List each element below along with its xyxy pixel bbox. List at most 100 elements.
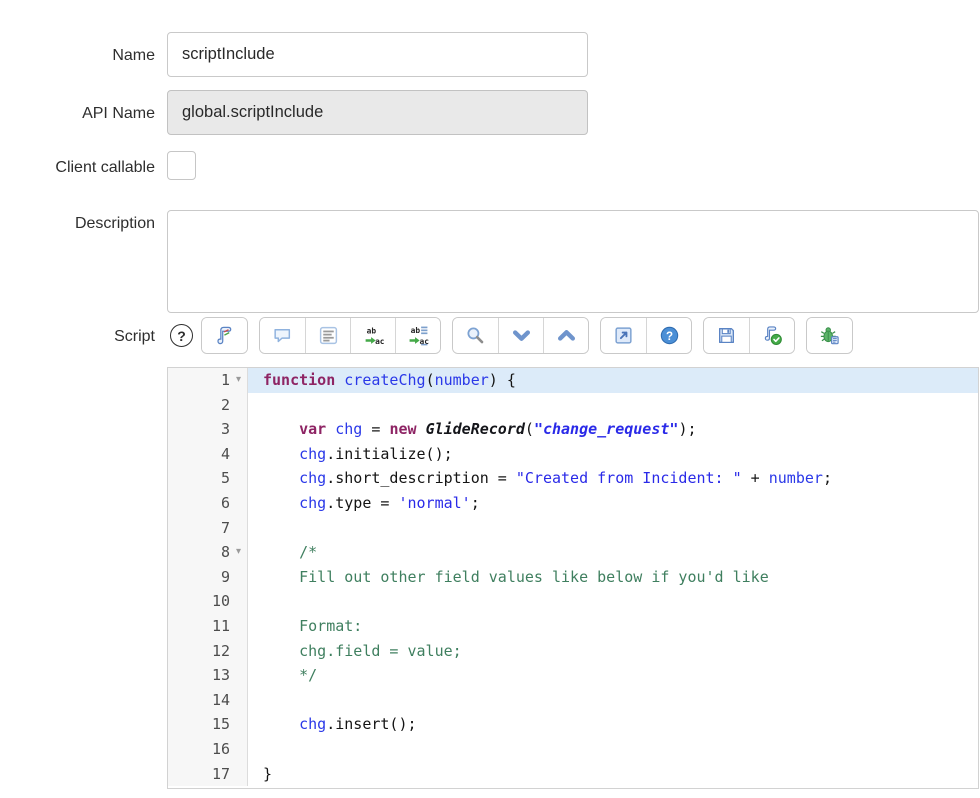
syntax-check-button[interactable] [749,318,794,353]
editor-line: 4 chg.initialize(); [168,442,978,467]
editor-line: 15 chg.insert(); [168,712,978,737]
help-icon: ? [659,325,680,346]
comment-icon [272,325,293,346]
line-number: 1 [168,368,230,393]
editor-gutter: 11 [168,614,248,639]
code-line[interactable]: */ [248,663,978,688]
line-number: 4 [168,442,230,467]
editor-gutter: 13 [168,663,248,688]
line-number: 13 [168,663,230,688]
editor-gutter: 8▾ [168,540,248,565]
editor-gutter: 5 [168,466,248,491]
open-full-screen-button[interactable] [601,318,646,353]
line-number: 10 [168,589,230,614]
editor-help-button[interactable]: ? [646,318,691,353]
client-callable-checkbox[interactable] [167,151,196,180]
toolbar-group: ? [600,317,692,354]
code-line[interactable]: /* [248,540,978,565]
editor-gutter: 10 [168,589,248,614]
chevron-down-icon [511,325,532,346]
syntax-check-icon [762,325,783,346]
code-line[interactable]: var chg = new GlideRecord("change_reques… [248,417,978,442]
line-number: 15 [168,712,230,737]
save-icon [716,325,737,346]
editor-line: 12 chg.field = value; [168,639,978,664]
editor-gutter: 6 [168,491,248,516]
api-name-label: API Name [0,104,155,123]
line-number: 6 [168,491,230,516]
description-textarea[interactable] [167,210,979,313]
name-label: Name [0,46,155,65]
editor-line: 14 [168,688,978,713]
svg-text:ab: ab [366,326,376,335]
editor-gutter: 16 [168,737,248,762]
code-line[interactable]: Fill out other field values like below i… [248,565,978,590]
editor-gutter: 9 [168,565,248,590]
toolbar-group [201,317,248,354]
editor-line: 6 chg.type = 'normal'; [168,491,978,516]
script-toolbar: ? abac abac? [170,317,864,354]
comment-button[interactable] [260,318,305,353]
description-label: Description [0,214,155,233]
find-next-button[interactable] [498,318,543,353]
replace-all-button[interactable]: abac [395,318,440,353]
code-line[interactable]: Format: [248,614,978,639]
code-line[interactable] [248,737,978,762]
client-callable-label: Client callable [0,158,155,177]
editor-gutter: 7 [168,516,248,541]
editor-gutter: 12 [168,639,248,664]
editor-gutter: 14 [168,688,248,713]
line-number: 7 [168,516,230,541]
code-line[interactable] [248,589,978,614]
editor-gutter: 15 [168,712,248,737]
editor-gutter: 17 [168,762,248,787]
code-line[interactable]: chg.short_description = "Created from In… [248,466,978,491]
editor-line: 11 Format: [168,614,978,639]
code-line[interactable] [248,688,978,713]
toolbar-group [452,317,589,354]
code-line[interactable]: chg.type = 'normal'; [248,491,978,516]
line-number: 5 [168,466,230,491]
replace-button[interactable]: abac [350,318,395,353]
toolbar-group [806,317,853,354]
toolbar-group: abac abac [259,317,441,354]
debug-icon [819,325,840,346]
replace-all-icon: abac [408,325,429,346]
line-number: 14 [168,688,230,713]
find-previous-button[interactable] [543,318,588,353]
line-number: 12 [168,639,230,664]
code-line[interactable]: } [248,762,978,787]
code-line[interactable]: function createChg(number) { [248,368,978,393]
editor-line: 7 [168,516,978,541]
editor-gutter: 4 [168,442,248,467]
script-button[interactable] [202,318,247,353]
editor-line: 10 [168,589,978,614]
svg-text:ab: ab [410,326,420,335]
save-button[interactable] [704,318,749,353]
format-icon [318,325,339,346]
code-line[interactable] [248,393,978,418]
code-line[interactable] [248,516,978,541]
editor-line: 17} [168,762,978,787]
search-button[interactable] [453,318,498,353]
code-line[interactable]: chg.initialize(); [248,442,978,467]
replace-icon: abac [363,325,384,346]
fold-arrow-icon[interactable]: ▾ [230,540,247,565]
svg-text:?: ? [665,331,672,343]
debug-button[interactable] [807,318,852,353]
editor-line: 3 var chg = new GlideRecord("change_requ… [168,417,978,442]
code-line[interactable]: chg.insert(); [248,712,978,737]
field-help-icon[interactable]: ? [170,324,193,347]
line-number: 9 [168,565,230,590]
fold-arrow-icon[interactable]: ▾ [230,368,247,393]
format-code-button[interactable] [305,318,350,353]
script-code-editor[interactable]: 1▾function createChg(number) {23 var chg… [167,367,979,789]
name-input[interactable] [167,32,588,77]
line-number: 8 [168,540,230,565]
search-icon [465,325,486,346]
code-line[interactable]: chg.field = value; [248,639,978,664]
editor-gutter: 1▾ [168,368,248,393]
editor-gutter: 2 [168,393,248,418]
editor-line: 8▾ /* [168,540,978,565]
toolbar-group [703,317,795,354]
